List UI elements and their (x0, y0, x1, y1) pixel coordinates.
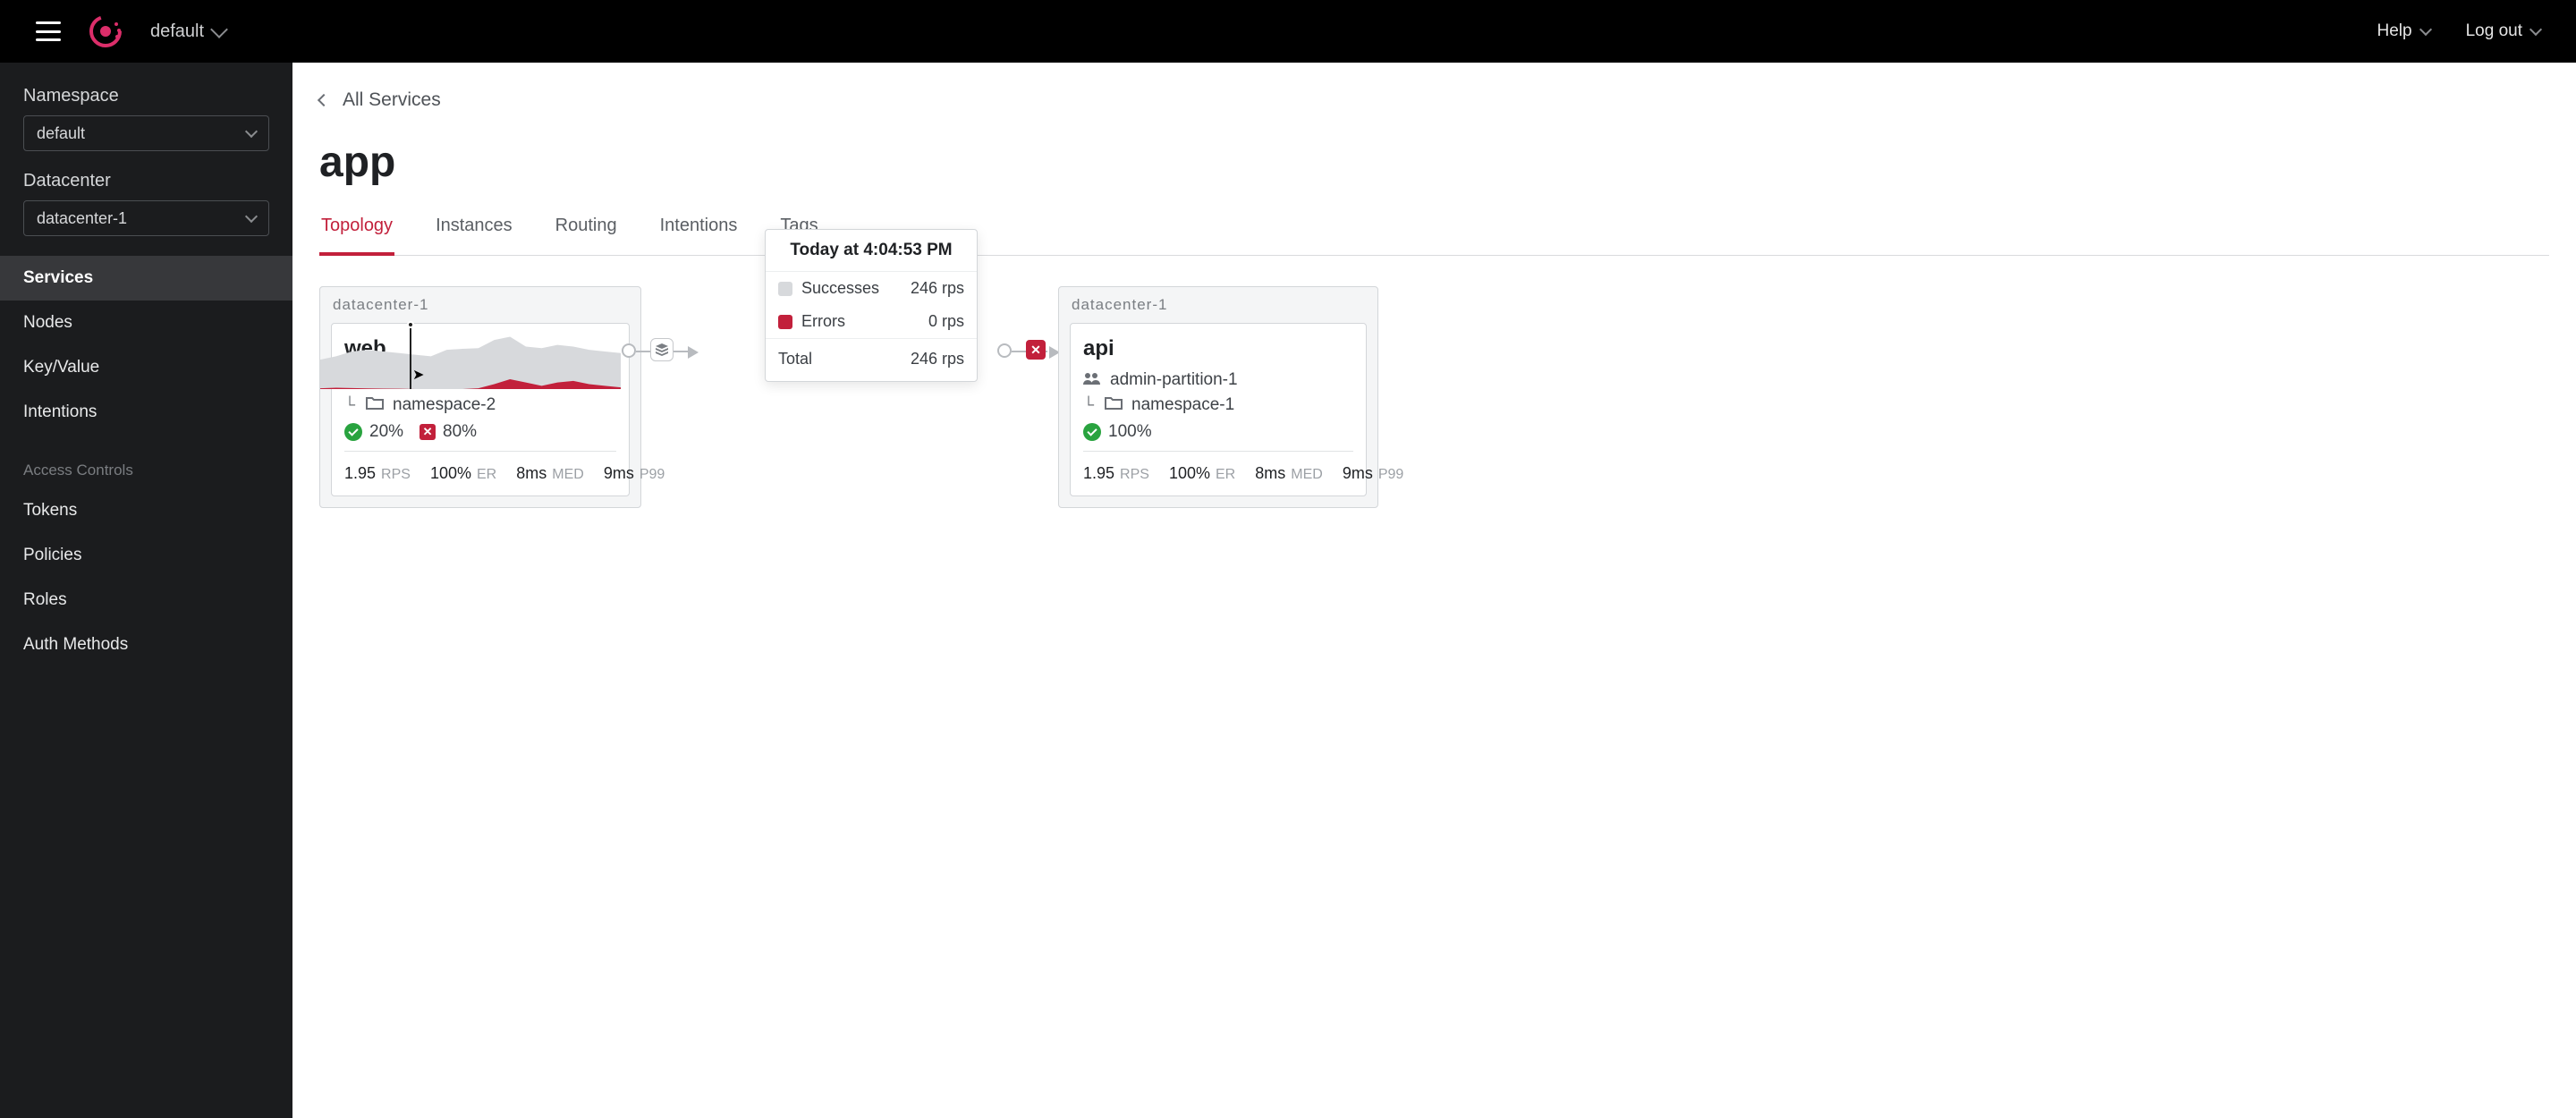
tree-branch-icon: └ (1083, 396, 1094, 414)
chevron-down-icon (210, 21, 228, 38)
folder-icon (366, 395, 384, 415)
web-namespace: └ namespace-2 (344, 395, 616, 415)
namespace-select[interactable]: default (23, 115, 269, 151)
logout-menu[interactable]: Log out (2466, 21, 2540, 41)
page-title: app (319, 138, 2549, 187)
help-menu[interactable]: Help (2377, 21, 2430, 41)
breadcrumb-label: All Services (343, 89, 441, 111)
sidebar-item-tokens[interactable]: Tokens (0, 488, 292, 533)
sidebar: Namespace default Datacenter datacenter-… (0, 63, 292, 1118)
sidebar-item-policies[interactable]: Policies (0, 533, 292, 578)
web-health-ok: 20% (344, 422, 403, 442)
connector-error-icon[interactable]: ✕ (1026, 340, 1046, 360)
header-namespace-label: default (150, 21, 204, 42)
main-content: All Services app Topology Instances Rout… (292, 63, 2576, 1118)
tab-intentions[interactable]: Intentions (658, 207, 740, 256)
tooltip-error-value: 0 rps (928, 312, 964, 331)
sidebar-item-intentions[interactable]: Intentions (0, 390, 292, 435)
sidebar-item-roles[interactable]: Roles (0, 578, 292, 623)
sidebar-item-kv[interactable]: Key/Value (0, 345, 292, 390)
topology-canvas: Today at 4:04:53 PM Successes 246 rps Er… (319, 286, 2549, 662)
tab-instances[interactable]: Instances (434, 207, 514, 256)
sidebar-item-services[interactable]: Services (0, 256, 292, 301)
swatch-red-icon (778, 315, 792, 329)
service-card-web[interactable]: datacenter-1 web admin-partition-1 └ nam… (319, 286, 641, 508)
api-service-name: api (1083, 336, 1353, 361)
connector-node (622, 343, 636, 358)
tab-topology[interactable]: Topology (319, 207, 394, 256)
metrics-tooltip: Today at 4:04:53 PM Successes 246 rps Er… (765, 229, 978, 382)
namespace-label: Namespace (0, 86, 292, 106)
chart-cursor-point (407, 321, 414, 328)
web-stats: 1.95RPS 100%ER 8msMED 9msP99 (344, 451, 616, 492)
connector-layers-icon[interactable] (650, 338, 674, 361)
tree-branch-icon: └ (344, 396, 355, 414)
tooltip-success-row: Successes 246 rps (766, 272, 977, 305)
namespace-value: default (37, 124, 85, 143)
api-partition: admin-partition-1 (1083, 370, 1353, 390)
datacenter-select[interactable]: datacenter-1 (23, 200, 269, 236)
datacenter-label: Datacenter (0, 171, 292, 191)
chevron-down-icon (245, 210, 258, 223)
arrow-right-icon (688, 346, 699, 359)
api-datacenter-label: datacenter-1 (1059, 287, 1377, 323)
chevron-left-icon (318, 94, 330, 106)
metrics-sparkline[interactable]: ➤ (320, 332, 619, 389)
mouse-cursor-icon: ➤ (412, 366, 424, 384)
tooltip-total-value: 246 rps (911, 350, 964, 368)
help-label: Help (2377, 21, 2412, 41)
tooltip-title: Today at 4:04:53 PM (766, 230, 977, 272)
sidebar-section-access-controls: Access Controls (0, 435, 292, 488)
service-card-api[interactable]: datacenter-1 api admin-partition-1 └ nam… (1058, 286, 1378, 508)
check-circle-icon (1083, 423, 1101, 441)
api-health-ok: 100% (1083, 422, 1152, 442)
api-namespace: └ namespace-1 (1083, 395, 1353, 415)
chart-cursor-line (410, 325, 411, 389)
api-stats: 1.95RPS 100%ER 8msMED 9msP99 (1083, 451, 1353, 492)
breadcrumb[interactable]: All Services (319, 89, 2549, 111)
chevron-down-icon (2529, 23, 2542, 36)
chevron-down-icon (245, 125, 258, 138)
tooltip-success-value: 246 rps (911, 279, 964, 298)
web-datacenter-label: datacenter-1 (320, 287, 640, 323)
web-health-err: ✕80% (419, 422, 477, 442)
menu-icon[interactable] (36, 21, 61, 41)
connector-node (997, 343, 1012, 358)
check-circle-icon (344, 423, 362, 441)
tooltip-error-row: Errors 0 rps (766, 305, 977, 338)
error-square-icon: ✕ (419, 424, 436, 440)
header-namespace-dropdown[interactable]: default (150, 21, 225, 42)
swatch-gray-icon (778, 282, 792, 296)
sidebar-item-auth-methods[interactable]: Auth Methods (0, 623, 292, 667)
consul-logo-icon (88, 13, 123, 49)
sidebar-item-nodes[interactable]: Nodes (0, 301, 292, 345)
datacenter-value: datacenter-1 (37, 209, 127, 228)
chevron-down-icon (2419, 23, 2432, 36)
tabs: Topology Instances Routing Intentions Ta… (319, 207, 2549, 256)
tooltip-total-row: Total 246 rps (766, 338, 977, 381)
topbar: default Help Log out (0, 0, 2576, 63)
folder-icon (1105, 395, 1123, 415)
people-icon (1083, 370, 1101, 390)
tab-routing[interactable]: Routing (554, 207, 619, 256)
logout-label: Log out (2466, 21, 2522, 41)
